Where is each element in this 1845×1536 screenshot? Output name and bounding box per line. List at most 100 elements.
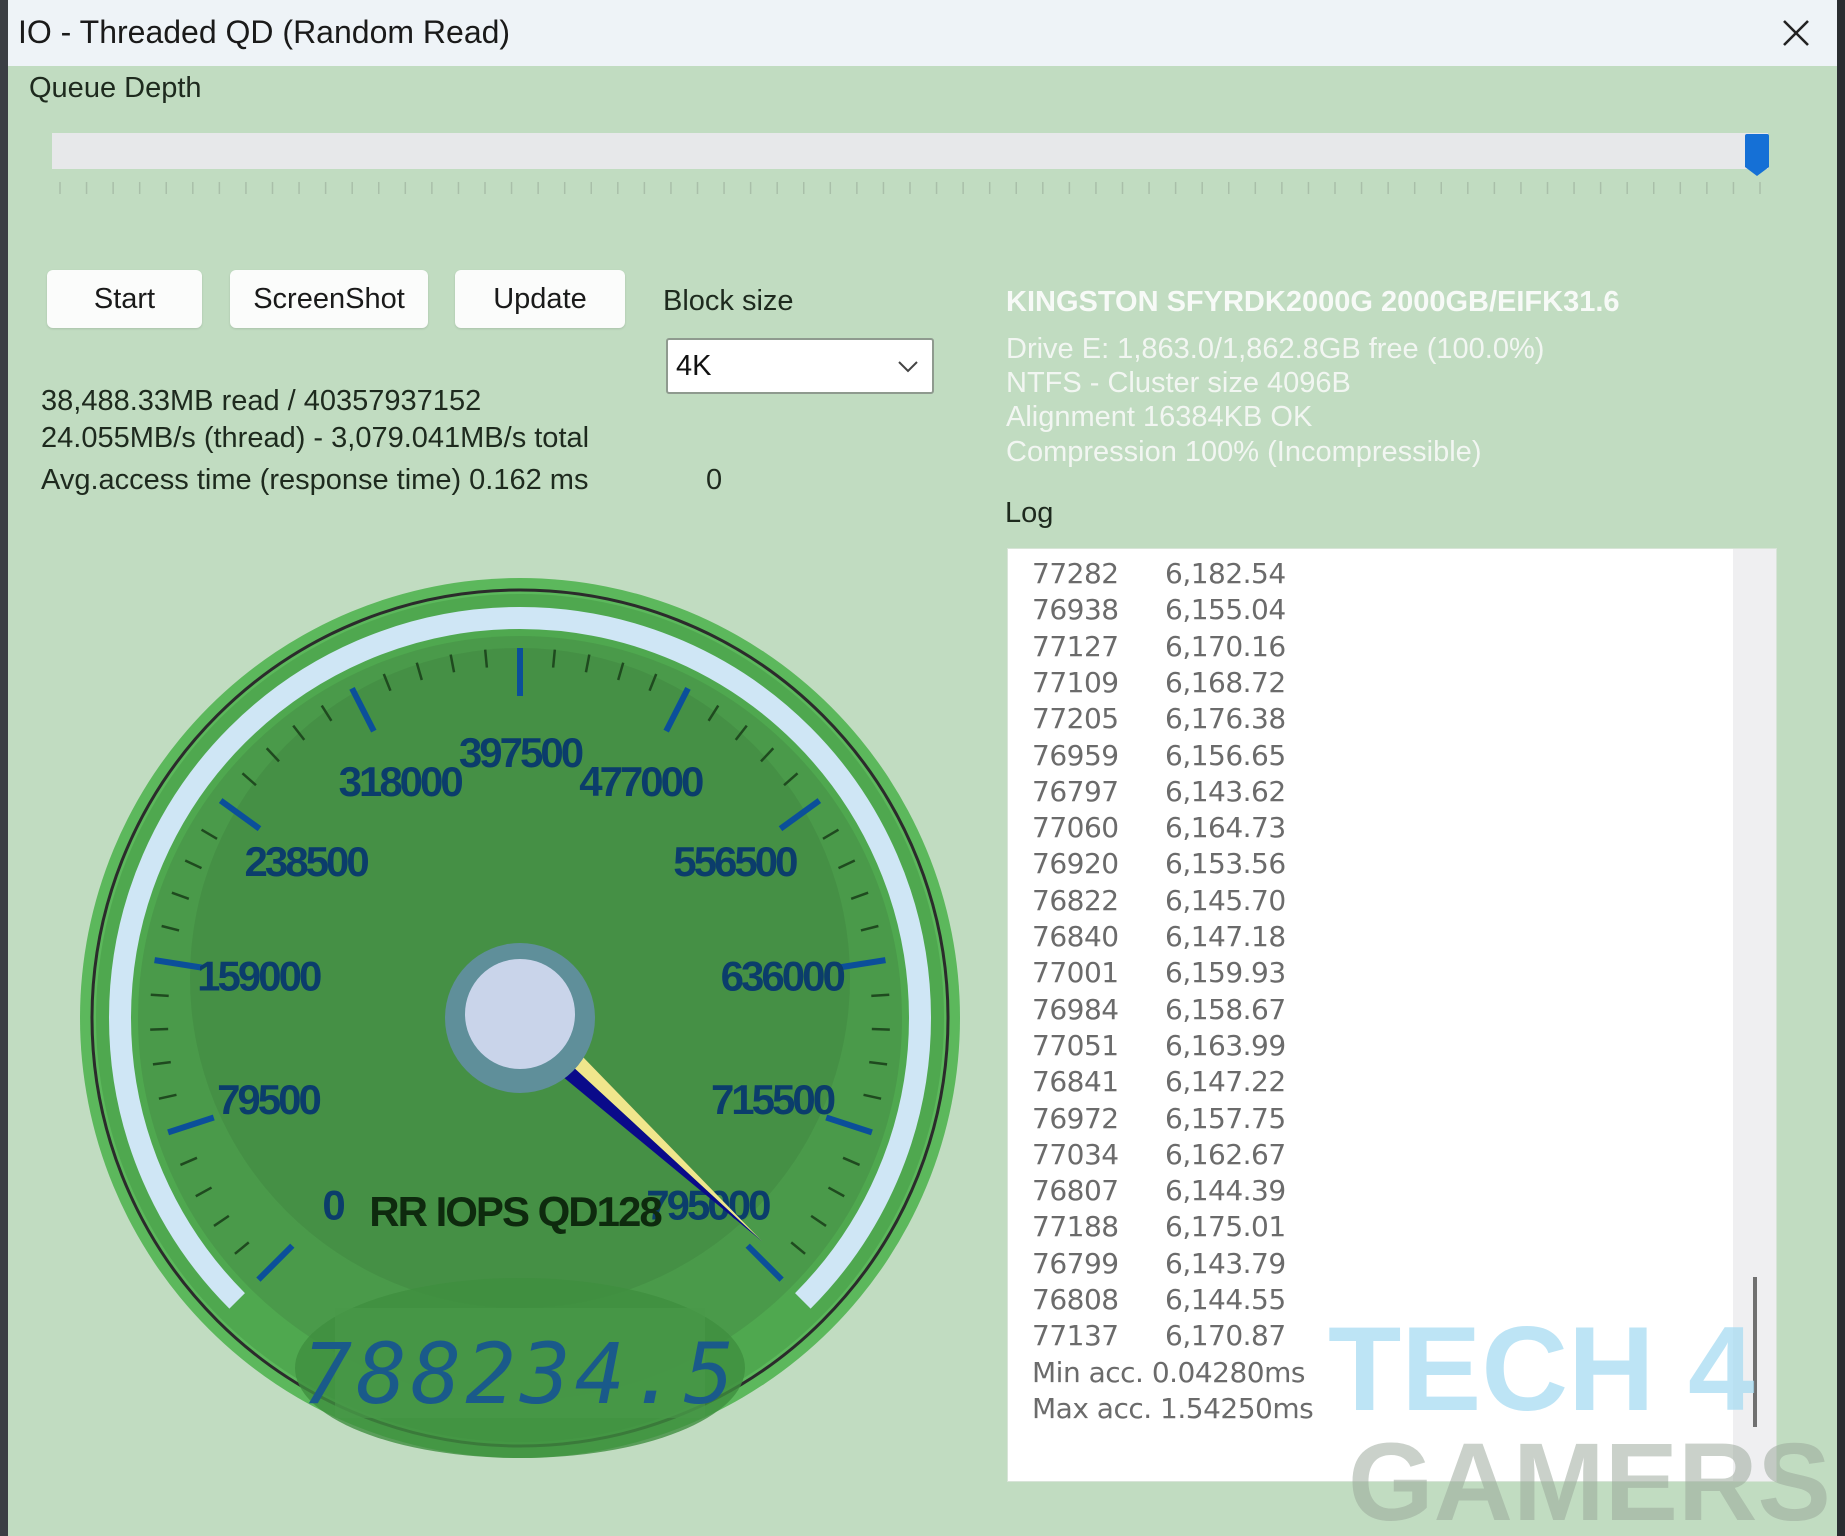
log-max-access: Max acc. 1.54250ms [1032,1391,1314,1425]
gauge-minor-tick [150,1027,169,1031]
gauge-minor-tick [871,993,890,998]
log-iops: 77282 [1032,557,1119,590]
queue-depth-slider-ticks [59,182,1761,194]
log-mbps: 6,143.62 [1165,774,1286,808]
log-row: 76799 6,143.79 [1032,1247,1286,1280]
log-iops: 76797 [1032,774,1119,808]
log-mbps: 6,153.56 [1165,847,1286,881]
background-window-left [0,0,8,1536]
log-iops: 76807 [1032,1174,1119,1208]
log-iops: 76938 [1032,593,1119,627]
log-row: 76797 6,143.62 [1032,775,1286,808]
log-iops: 76841 [1032,1065,1119,1099]
log-mbps: 6,145.70 [1165,883,1286,917]
screenshot-button[interactable]: ScreenShot [230,270,428,328]
log-iops: 77060 [1032,811,1119,845]
gauge-minor-tick [150,993,169,998]
throughput-text: 24.055MB/s (thread) - 3,079.041MB/s tota… [41,422,590,454]
log-mbps: 6,170.16 [1165,629,1286,663]
read-total-text: 38,488.33MB read / 40357937152 [41,385,482,417]
log-list[interactable]: 77282 6,182.54 76938 6,155.04 77127 6,170.16 7… [1007,548,1777,1482]
gauge-tick-label: 477000 [579,758,703,805]
gauge-tick-label: 397500 [459,729,583,776]
log-row: 77001 6,159.93 [1032,956,1286,989]
log-row: 77034 6,162.67 [1032,1138,1286,1171]
log-row: 76841 6,147.22 [1032,1065,1286,1098]
update-button[interactable]: Update [455,270,625,328]
gauge-hub [465,959,575,1069]
log-iops: 76799 [1032,1246,1119,1280]
log-mbps: 6,158.67 [1165,992,1286,1026]
log-mbps: 6,159.93 [1165,956,1286,990]
log-mbps: 6,163.99 [1165,1028,1286,1062]
gauge-minor-tick [871,1027,890,1031]
iops-gauge: 0 79500 159000 238500 318000397500477000 5565… [80,578,960,1458]
log-mbps: 6,144.55 [1165,1283,1286,1316]
gauge-tick-label: 715500 [711,1076,835,1123]
log-row: 76808 6,144.55 [1032,1283,1286,1316]
gauge-tick-label: 79500 [217,1076,320,1123]
log-mbps: 6,182.54 [1165,557,1286,590]
background-window-right [1837,0,1845,1536]
queue-depth-slider-thumb[interactable] [1744,133,1770,177]
drive-filesystem: NTFS - Cluster size 4096B [1006,367,1351,399]
log-row: 77205 6,176.38 [1032,702,1286,735]
log-iops: 77205 [1032,702,1119,736]
log-iops: 77034 [1032,1137,1119,1171]
log-mbps: 6,168.72 [1165,665,1286,699]
gauge-tick-label: 318000 [339,758,463,805]
log-iops: 76808 [1032,1283,1119,1316]
io-threaded-qd-window: IO - Threaded QD (Random Read) Queue Dep… [8,0,1837,1536]
log-row: 77282 6,182.54 [1032,557,1286,590]
log-row: 76840 6,147.18 [1032,920,1286,953]
counter-value: 0 [706,464,723,496]
queue-depth-slider-track[interactable] [52,133,1768,169]
log-scrollbar-thumb[interactable] [1753,1277,1757,1427]
log-row: 77137 6,170.87 [1032,1319,1286,1352]
log-row: 76938 6,155.04 [1032,593,1286,626]
log-mbps: 6,170.87 [1165,1319,1286,1353]
log-row: 76822 6,145.70 [1032,884,1286,917]
log-mbps: 6,175.01 [1165,1210,1286,1244]
drive-alignment: Alignment 16384KB OK [1006,401,1313,433]
gauge-digital-readout: 788234.5 [302,1325,739,1423]
log-mbps: 6,156.65 [1165,738,1286,772]
gauge-tick-label: 556500 [673,838,797,885]
log-mbps: 6,162.67 [1165,1137,1286,1171]
log-row: 77109 6,168.72 [1032,666,1286,699]
log-mbps: 6,155.04 [1165,593,1286,627]
log-scrollbar[interactable] [1733,549,1776,1481]
log-mbps: 6,176.38 [1165,702,1286,736]
log-row: 77188 6,175.01 [1032,1210,1286,1243]
gauge-title: RR IOPS QD128 [369,1188,662,1235]
log-min-access: Min acc. 0.04280ms [1032,1355,1305,1389]
log-row: 76972 6,157.75 [1032,1102,1286,1135]
log-row: 77060 6,164.73 [1032,811,1286,844]
log-mbps: 6,144.39 [1165,1174,1286,1208]
gauge-minor-tick [483,649,489,668]
gauge-tick-label: 238500 [245,838,369,885]
gauge-tick-label: 0 [322,1181,344,1228]
close-icon[interactable] [1773,10,1819,56]
drive-model: KINGSTON SFYRDK2000G 2000GB/EIFK31.6 [1006,286,1620,318]
log-iops: 76972 [1032,1101,1119,1135]
log-iops: 77137 [1032,1319,1119,1353]
log-iops: 77127 [1032,629,1119,663]
avg-access-time-text: Avg.access time (response time) 0.162 ms [41,464,589,496]
log-row: 76959 6,156.65 [1032,739,1286,772]
chevron-down-icon [898,361,918,373]
log-iops: 76840 [1032,920,1119,953]
log-iops: 76984 [1032,992,1119,1026]
log-row: 77051 6,163.99 [1032,1029,1286,1062]
log-mbps: 6,147.18 [1165,920,1286,953]
drive-free-space: Drive E: 1,863.0/1,862.8GB free (100.0%) [1006,333,1545,365]
log-mbps: 6,147.22 [1165,1065,1286,1099]
start-button[interactable]: Start [47,270,202,328]
block-size-select[interactable]: 4K [666,338,934,394]
log-iops: 77051 [1032,1028,1119,1062]
block-size-label: Block size [663,285,794,317]
drive-compression: Compression 100% (Incompressible) [1006,436,1482,468]
window-title: IO - Threaded QD (Random Read) [18,14,511,50]
log-label: Log [1005,497,1054,529]
log-row: 76807 6,144.39 [1032,1174,1286,1207]
